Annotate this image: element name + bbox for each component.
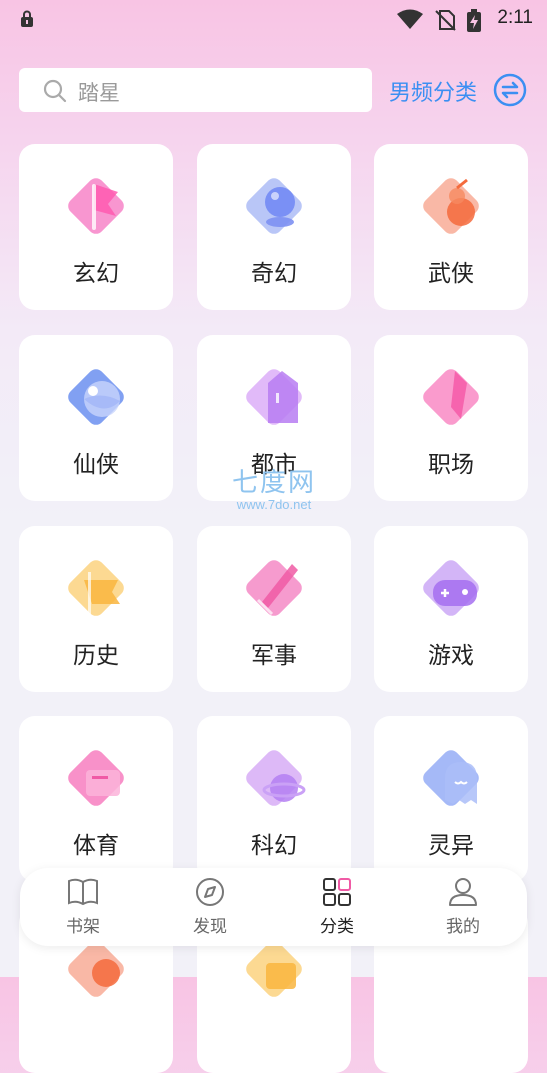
search-input[interactable]: 踏星	[19, 68, 372, 112]
category-card-zhichang[interactable]: 职场	[374, 335, 528, 501]
status-time: 2:11	[497, 7, 533, 28]
category-label: 奇幻	[251, 261, 297, 287]
search-placeholder: 踏星	[78, 81, 120, 105]
yin-yang-icon	[68, 369, 124, 425]
planet-icon	[246, 750, 306, 806]
category-label: 仙侠	[73, 452, 119, 478]
category-card-lingyi[interactable]: 灵异	[374, 716, 528, 882]
wifi-icon	[397, 9, 423, 29]
switch-icon	[493, 73, 527, 107]
nav-bookshelf[interactable]: 书架	[43, 876, 123, 937]
category-card-qihuan[interactable]: 奇幻	[197, 144, 351, 310]
sword-icon	[246, 560, 302, 616]
category-card-kehuan[interactable]: 科幻	[197, 716, 351, 882]
switch-label: 男频分类	[389, 81, 478, 106]
category-card-lishi[interactable]: 历史	[19, 526, 173, 692]
ghost-icon	[423, 750, 479, 806]
category-label: 职场	[428, 452, 474, 478]
grid-icon	[323, 878, 351, 906]
category-card-wuxia[interactable]: 武侠	[374, 144, 528, 310]
flag-icon	[68, 178, 124, 234]
category-card-youxi[interactable]: 游戏	[374, 526, 528, 692]
status-bar: 2:11	[0, 0, 547, 40]
category-card-xuanhuan[interactable]: 玄幻	[19, 144, 173, 310]
nav-label: 发现	[193, 917, 227, 937]
bottom-nav: 书架 发现 分类 我的	[20, 868, 527, 946]
nav-label: 分类	[320, 917, 354, 937]
user-icon	[449, 878, 477, 906]
compass-icon	[196, 878, 224, 906]
nav-profile[interactable]: 我的	[423, 876, 503, 937]
category-label: 军事	[251, 643, 297, 669]
building-icon	[246, 369, 302, 425]
category-label: 都市	[251, 452, 297, 478]
nav-discover[interactable]: 发现	[170, 876, 250, 937]
nav-label: 书架	[66, 917, 100, 937]
book-icon	[68, 878, 98, 906]
crystal-ball-icon	[246, 178, 302, 234]
lock-icon	[21, 10, 33, 27]
nav-category[interactable]: 分类	[297, 876, 377, 937]
gamepad-icon	[423, 560, 479, 616]
tie-icon	[423, 369, 479, 425]
category-label: 体育	[73, 833, 119, 859]
gourd-icon	[423, 178, 479, 234]
category-card-junshi[interactable]: 军事	[197, 526, 351, 692]
category-card-dushi[interactable]: 都市	[197, 335, 351, 501]
battery-charging-icon	[467, 9, 481, 32]
category-label: 游戏	[428, 643, 474, 669]
category-card-tiyu[interactable]: 体育	[19, 716, 173, 882]
category-label: 历史	[73, 643, 119, 669]
category-label: 科幻	[251, 833, 297, 859]
category-card-xianxia[interactable]: 仙侠	[19, 335, 173, 501]
nav-label: 我的	[446, 917, 480, 937]
search-icon	[43, 79, 67, 103]
no-sim-icon	[435, 10, 456, 31]
category-label: 玄幻	[73, 261, 119, 287]
banner-icon	[68, 560, 124, 616]
category-label: 武侠	[428, 261, 474, 287]
category-label: 灵异	[428, 833, 474, 859]
sports-icon	[68, 750, 124, 806]
